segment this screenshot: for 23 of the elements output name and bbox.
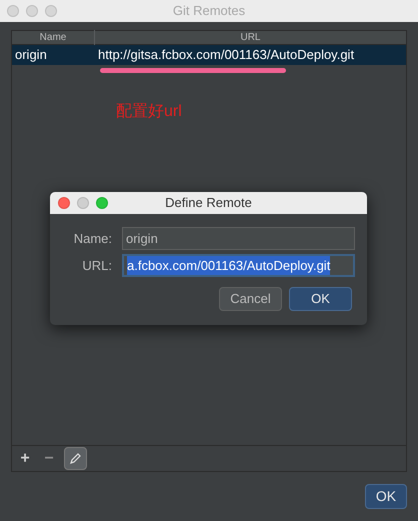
remove-button[interactable]: − (40, 446, 58, 470)
field-label: Name: (72, 230, 113, 248)
table-cell-text: http://gitsa.fcbox.com/001163/AutoDeploy.git (97, 46, 354, 64)
edit-button[interactable] (64, 447, 87, 470)
minimize-button[interactable] (26, 5, 38, 17)
column-header[interactable]: URL (95, 30, 406, 45)
zoom-button[interactable] (96, 197, 108, 209)
add-button[interactable]: + (16, 446, 34, 470)
window-title: Git Remotes (172, 2, 246, 20)
close-button[interactable] (58, 197, 70, 209)
table-cell-text: origin (14, 46, 48, 64)
table-row[interactable]: origin http://gitsa.fcbox.com/001163/AutoDeploy.git (12, 45, 406, 65)
dialog-title: Define Remote (165, 194, 252, 212)
minimize-button[interactable] (77, 197, 89, 209)
input-field[interactable]: origin (122, 227, 355, 250)
cancel-button[interactable]: Cancel (219, 287, 282, 311)
ok-button[interactable]: OK (365, 484, 407, 509)
field-label: URL: (81, 256, 113, 275)
zoom-button[interactable] (45, 5, 57, 17)
ok-button[interactable]: OK (289, 287, 352, 311)
annotation-text: 配置好url (116, 102, 182, 122)
close-button[interactable] (7, 5, 19, 17)
pencil-icon (69, 452, 82, 465)
